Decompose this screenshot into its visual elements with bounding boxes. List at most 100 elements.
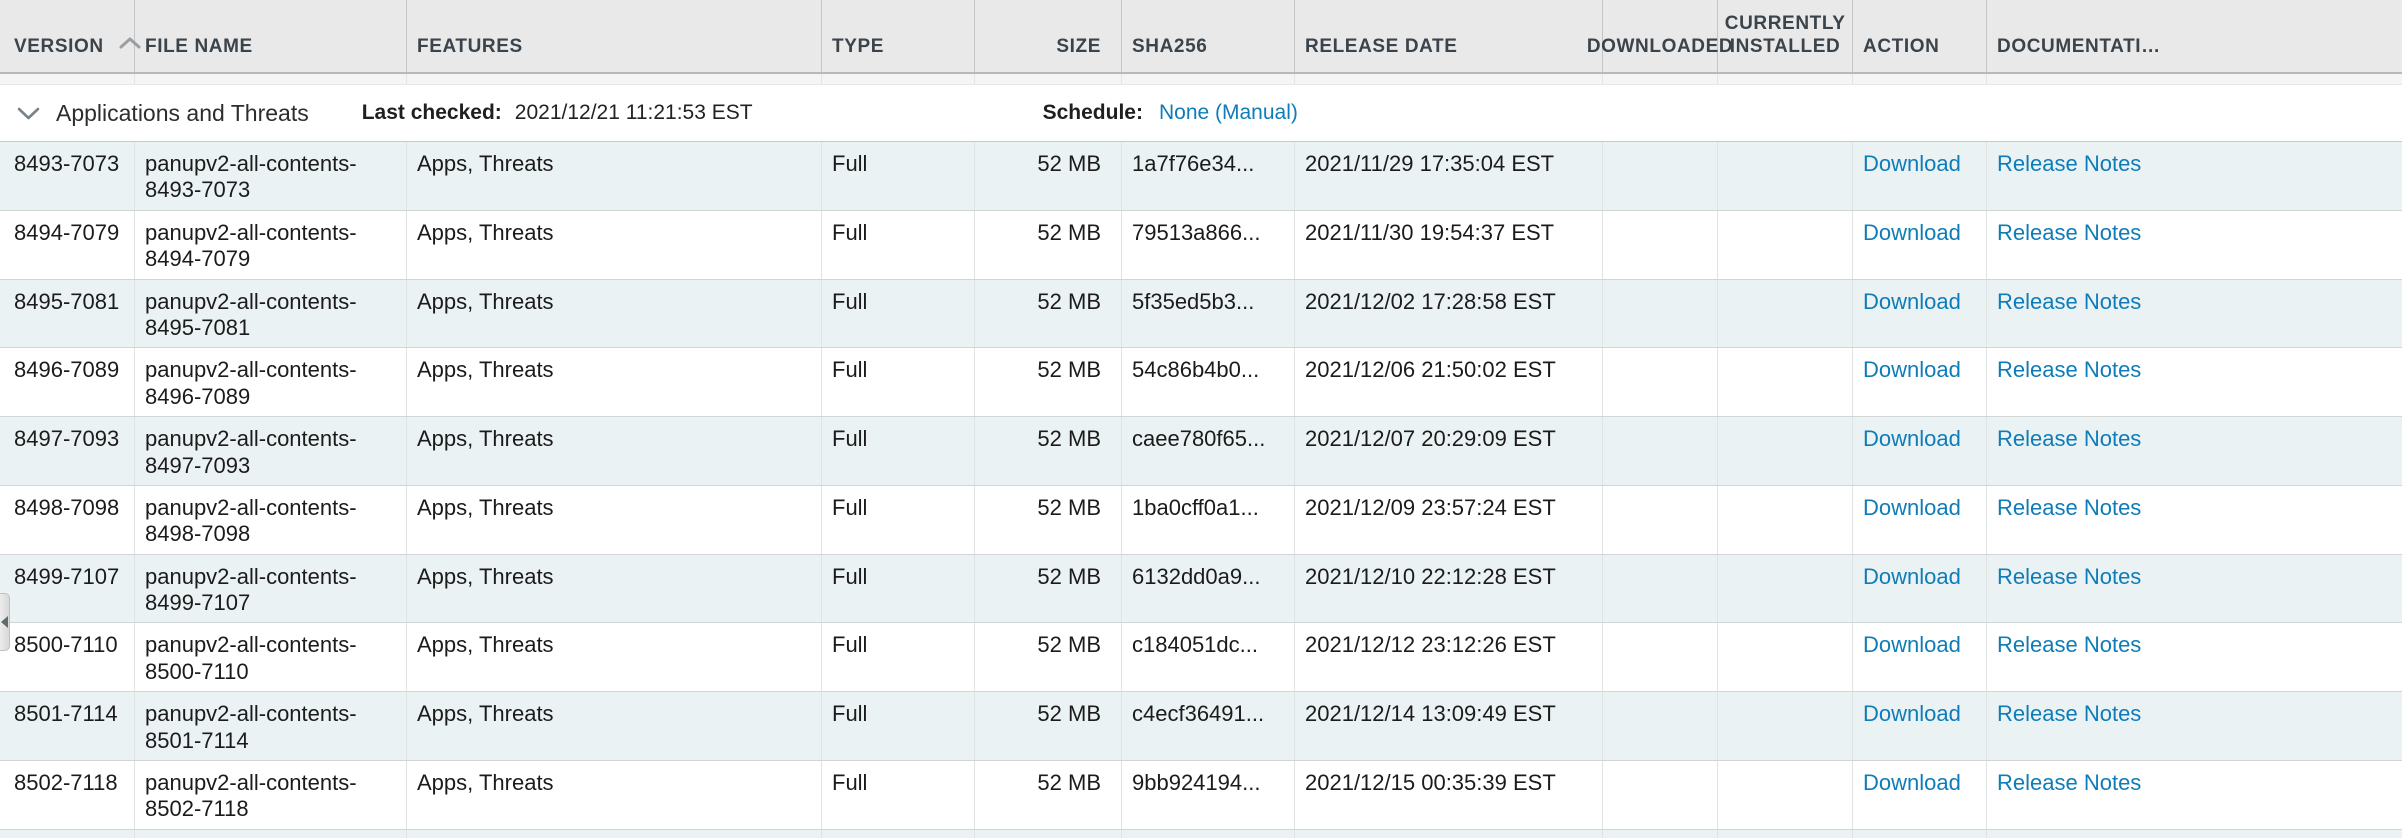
table-row[interactable]: 8494-7079 panupv2-all-contents-8494-7079… (0, 211, 2402, 280)
cell-version: 8496-7089 (0, 348, 135, 416)
column-header-label: DOCUMENTATI… (1997, 35, 2161, 59)
cell-features: Apps, Threats (407, 830, 822, 838)
cell-type: Full (822, 280, 975, 348)
column-header-type[interactable]: TYPE (822, 0, 975, 72)
cell-action: Download (1853, 348, 1987, 416)
release-notes-link[interactable]: Release Notes (1997, 151, 2141, 177)
cell-currently-installed (1718, 555, 1853, 623)
triangle-left-icon (1, 616, 8, 628)
cell-action: Download (1853, 211, 1987, 279)
cell-version: 8503-7125 (0, 830, 135, 838)
cell-size: 52 MB (975, 555, 1122, 623)
cell-sha256: 49bdf22b0... (1122, 830, 1295, 838)
action-link-download[interactable]: Download (1863, 151, 1961, 177)
cell-type: Full (822, 761, 975, 829)
release-notes-link[interactable]: Release Notes (1997, 564, 2141, 590)
cell-size: 52 MB (975, 142, 1122, 210)
cell-type: Full (822, 692, 975, 760)
action-link-download[interactable]: Download (1863, 426, 1961, 452)
cell-sha256: 6132dd0a9... (1122, 555, 1295, 623)
cell-size: 52 MB (975, 830, 1122, 838)
cell-version: 8502-7118 (0, 761, 135, 829)
cell-features: Apps, Threats (407, 486, 822, 554)
release-notes-link[interactable]: Release Notes (1997, 495, 2141, 521)
action-link-download[interactable]: Download (1863, 220, 1961, 246)
cell-features: Apps, Threats (407, 555, 822, 623)
release-notes-link[interactable]: Release Notes (1997, 357, 2141, 383)
chevron-down-icon[interactable] (15, 105, 42, 122)
cell-downloaded (1603, 692, 1718, 760)
cell-file-name: panupv2-all-contents-8493-7073 (135, 142, 407, 210)
cell-features: Apps, Threats (407, 280, 822, 348)
column-header-release-date[interactable]: RELEASE DATE (1295, 0, 1603, 72)
cell-type: Full (822, 486, 975, 554)
column-header-features[interactable]: FEATURES (407, 0, 822, 72)
action-link-download[interactable]: Download (1863, 701, 1961, 727)
cell-size: 52 MB (975, 417, 1122, 485)
column-header-version[interactable]: VERSION (0, 0, 135, 72)
cell-file-name: panupv2-all-contents-8498-7098 (135, 486, 407, 554)
cell-size: 52 MB (975, 623, 1122, 691)
table-row[interactable]: 8493-7073 panupv2-all-contents-8493-7073… (0, 142, 2402, 211)
column-header-size[interactable]: SIZE (975, 0, 1122, 72)
column-header-currently-installed[interactable]: CURRENTLY INSTALLED (1718, 0, 1853, 72)
cell-release-date: 2021/12/16 01:10:38 EST (1295, 830, 1603, 838)
column-header-file-name[interactable]: FILE NAME (135, 0, 407, 72)
cell-sha256: 1ba0cff0a1... (1122, 486, 1295, 554)
table-row[interactable]: 8501-7114 panupv2-all-contents-8501-7114… (0, 692, 2402, 761)
group-title: Applications and Threats (56, 100, 309, 127)
last-checked-label: Last checked: (362, 101, 502, 125)
table-row[interactable]: 8495-7081 panupv2-all-contents-8495-7081… (0, 280, 2402, 349)
cell-downloaded (1603, 280, 1718, 348)
cell-documentation: Release Notes (1987, 830, 2402, 838)
cell-documentation: Release Notes (1987, 761, 2402, 829)
table-row[interactable]: 8503-7125 panupv2-all-contents-8503-7125… (0, 830, 2402, 838)
action-link-download[interactable]: Download (1863, 495, 1961, 521)
collapse-pane-handle[interactable] (0, 593, 10, 651)
schedule-link[interactable]: None (Manual) (1159, 101, 1298, 125)
cell-features: Apps, Threats (407, 211, 822, 279)
cell-currently-installed (1718, 280, 1853, 348)
cell-type: Full (822, 830, 975, 838)
column-header-downloaded[interactable]: DOWNLOADED (1603, 0, 1718, 72)
cell-sha256: 1a7f76e34... (1122, 142, 1295, 210)
action-link-download[interactable]: Download (1863, 289, 1961, 315)
cell-action: Download (1853, 555, 1987, 623)
column-header-action[interactable]: ACTION (1853, 0, 1987, 72)
table-row[interactable]: 8496-7089 panupv2-all-contents-8496-7089… (0, 348, 2402, 417)
cell-sha256: 79513a866... (1122, 211, 1295, 279)
column-header-sha256[interactable]: SHA256 (1122, 0, 1295, 72)
action-link-download[interactable]: Download (1863, 564, 1961, 590)
action-link-download[interactable]: Download (1863, 770, 1961, 796)
release-notes-link[interactable]: Release Notes (1997, 289, 2141, 315)
cell-version: 8498-7098 (0, 486, 135, 554)
cell-documentation: Release Notes (1987, 142, 2402, 210)
cell-currently-installed (1718, 761, 1853, 829)
cell-version: 8501-7114 (0, 692, 135, 760)
cell-type: Full (822, 348, 975, 416)
table-row[interactable]: 8500-7110 panupv2-all-contents-8500-7110… (0, 623, 2402, 692)
release-notes-link[interactable]: Release Notes (1997, 632, 2141, 658)
schedule-label: Schedule: (1043, 101, 1143, 125)
action-link-download[interactable]: Download (1863, 357, 1961, 383)
action-link-download[interactable]: Download (1863, 632, 1961, 658)
cell-currently-installed (1718, 692, 1853, 760)
cell-sha256: caee780f65... (1122, 417, 1295, 485)
table-row[interactable]: 8502-7118 panupv2-all-contents-8502-7118… (0, 761, 2402, 830)
cell-downloaded (1603, 142, 1718, 210)
cell-documentation: Release Notes (1987, 692, 2402, 760)
cell-currently-installed (1718, 417, 1853, 485)
cell-type: Full (822, 211, 975, 279)
table-row[interactable]: 8497-7093 panupv2-all-contents-8497-7093… (0, 417, 2402, 486)
column-header-documentation[interactable]: DOCUMENTATI… (1987, 0, 2402, 72)
cell-release-date: 2021/12/06 21:50:02 EST (1295, 348, 1603, 416)
release-notes-link[interactable]: Release Notes (1997, 220, 2141, 246)
cell-release-date: 2021/11/29 17:35:04 EST (1295, 142, 1603, 210)
table-row[interactable]: 8498-7098 panupv2-all-contents-8498-7098… (0, 486, 2402, 555)
release-notes-link[interactable]: Release Notes (1997, 426, 2141, 452)
release-notes-link[interactable]: Release Notes (1997, 770, 2141, 796)
table-row[interactable]: 8499-7107 panupv2-all-contents-8499-7107… (0, 555, 2402, 624)
release-notes-link[interactable]: Release Notes (1997, 701, 2141, 727)
cell-size: 52 MB (975, 211, 1122, 279)
cell-sha256: 5f35ed5b3... (1122, 280, 1295, 348)
